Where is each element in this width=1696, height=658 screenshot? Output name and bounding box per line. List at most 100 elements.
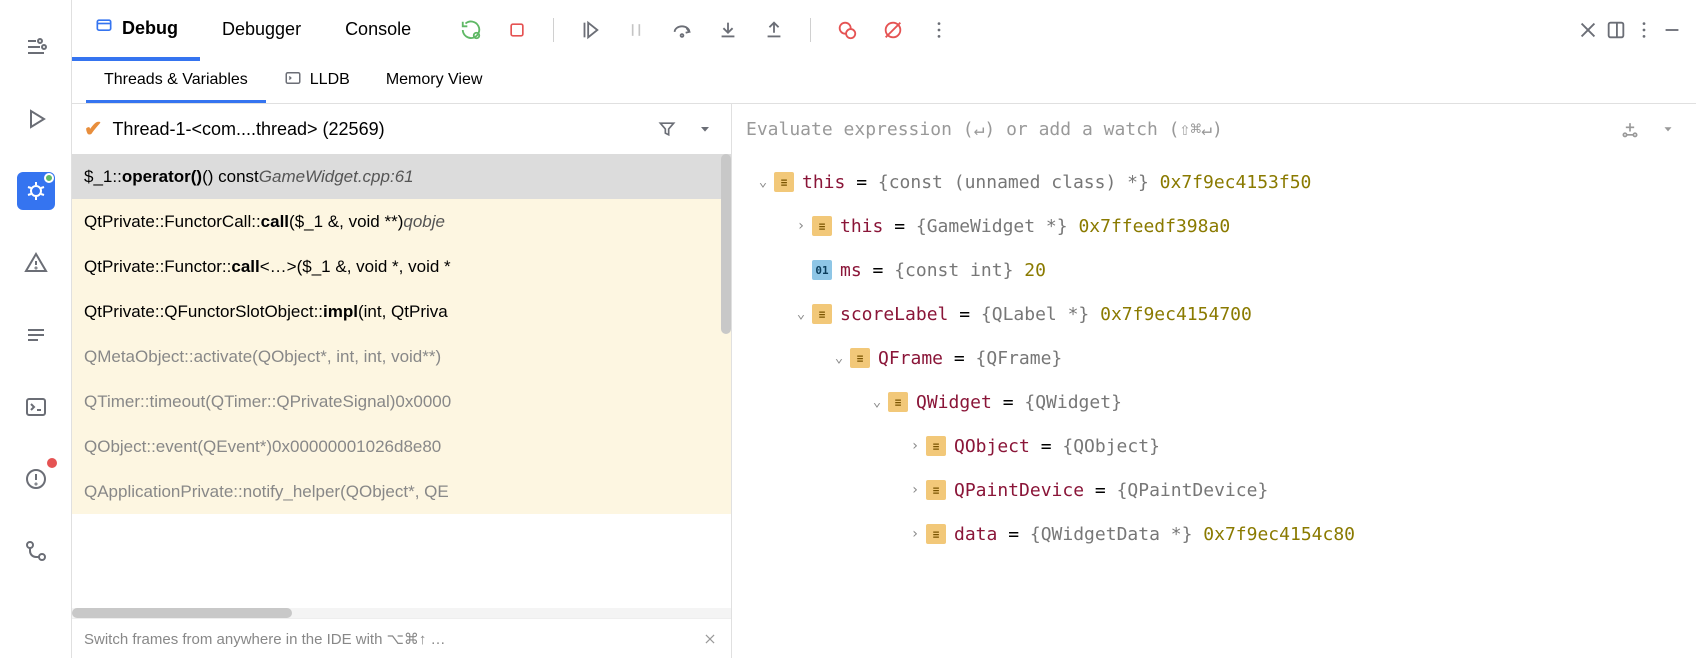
divider xyxy=(810,18,811,42)
variable-row[interactable]: ›≡ this = {GameWidget *} 0x7ffeedf398a0 xyxy=(732,204,1696,248)
object-icon: ≡ xyxy=(812,304,832,324)
terminal-icon[interactable] xyxy=(17,388,55,426)
variable-text: ms = {const int} 20 xyxy=(840,260,1046,281)
frame-row[interactable]: QObject::event(QEvent*) 0x00000001026d8e… xyxy=(72,424,731,469)
vcs-icon[interactable] xyxy=(17,532,55,570)
text-icon[interactable] xyxy=(17,316,55,354)
check-icon: ✔ xyxy=(84,116,102,142)
frames-panel: ✔ Thread-1-<com....thread> (22569) $_1::… xyxy=(72,104,732,658)
subtab-threads-variables[interactable]: Threads & Variables xyxy=(86,60,266,103)
terminal-small-icon xyxy=(284,69,302,92)
options-icon[interactable] xyxy=(1630,16,1658,44)
variable-text: this = {const (unnamed class) *} 0x7f9ec… xyxy=(802,172,1311,193)
variables-panel: Evaluate expression (↵) or add a watch (… xyxy=(732,104,1696,658)
object-icon: ≡ xyxy=(888,392,908,412)
variable-row[interactable]: ⌄≡ QFrame = {QFrame} xyxy=(732,336,1696,380)
tab-debug[interactable]: Debug xyxy=(72,1,200,61)
frame-row[interactable]: QtPrivate::QFunctorSlotObject::impl(int,… xyxy=(72,289,731,334)
structure-icon[interactable] xyxy=(17,28,55,66)
frame-row[interactable]: QtPrivate::FunctorCall::call($_1 &, void… xyxy=(72,199,731,244)
rerun-button[interactable] xyxy=(457,16,485,44)
frame-row[interactable]: QTimer::timeout(QTimer::QPrivateSignal) … xyxy=(72,379,731,424)
variable-row[interactable]: ›≡data = {QWidgetData *} 0x7f9ec4154c80 xyxy=(732,512,1696,556)
more-icon[interactable] xyxy=(925,16,953,44)
chevron-right-icon[interactable]: › xyxy=(790,218,812,234)
chevron-right-icon[interactable]: › xyxy=(904,526,926,542)
minimize-icon[interactable] xyxy=(1658,16,1686,44)
divider xyxy=(553,18,554,42)
variable-row[interactable]: ›≡ QObject = {QObject} xyxy=(732,424,1696,468)
variable-row[interactable]: ⌄≡scoreLabel = {QLabel *} 0x7f9ec4154700 xyxy=(732,292,1696,336)
add-watch-icon[interactable] xyxy=(1616,115,1644,143)
tab-label: Debug xyxy=(122,18,178,39)
subtab-label: Memory View xyxy=(386,71,483,89)
variable-text: QFrame = {QFrame} xyxy=(878,348,1062,369)
chevron-down-icon[interactable]: ⌄ xyxy=(828,350,850,366)
variables-tree: ⌄≡this = {const (unnamed class) *} 0x7f9… xyxy=(732,154,1696,658)
debug-icon[interactable] xyxy=(17,172,55,210)
frame-row[interactable]: $_1::operator()() const GameWidget.cpp:6… xyxy=(72,154,731,199)
mute-breakpoints-button[interactable] xyxy=(879,16,907,44)
debug-tab-icon xyxy=(94,16,114,41)
object-icon: ≡ xyxy=(850,348,870,368)
chevron-right-icon[interactable]: › xyxy=(904,482,926,498)
close-icon[interactable] xyxy=(1574,16,1602,44)
evaluate-input[interactable]: Evaluate expression (↵) or add a watch (… xyxy=(732,104,1696,154)
chevron-down-icon[interactable]: ⌄ xyxy=(790,306,812,322)
variable-row[interactable]: ⌄≡ this = {const (unnamed class) *} 0x7f9… xyxy=(732,160,1696,204)
step-out-button[interactable] xyxy=(760,16,788,44)
view-breakpoints-button[interactable] xyxy=(833,16,861,44)
variable-text: QObject = {QObject} xyxy=(954,436,1160,457)
subtab-lldb[interactable]: LLDB xyxy=(266,60,368,103)
tab-label: Console xyxy=(345,19,411,40)
filter-icon[interactable] xyxy=(653,115,681,143)
toolbar: Debug Debugger Console xyxy=(72,0,1696,60)
hint-text: Switch frames from anywhere in the IDE w… xyxy=(84,630,446,648)
primitive-icon: 01 xyxy=(812,260,832,280)
tab-console[interactable]: Console xyxy=(323,1,433,61)
step-over-button[interactable] xyxy=(668,16,696,44)
frame-row[interactable]: QApplicationPrivate::notify_helper(QObje… xyxy=(72,469,731,514)
frame-row[interactable]: QMetaObject::activate(QObject*, int, int… xyxy=(72,334,731,379)
object-icon: ≡ xyxy=(926,524,946,544)
problems-icon[interactable] xyxy=(17,460,55,498)
stop-button[interactable] xyxy=(503,16,531,44)
variable-text: QPaintDevice = {QPaintDevice} xyxy=(954,480,1268,501)
subtabs: Threads & Variables LLDB Memory View xyxy=(72,60,1696,104)
pause-button[interactable] xyxy=(622,16,650,44)
subtab-label: Threads & Variables xyxy=(104,71,248,89)
hint-bar: Switch frames from anywhere in the IDE w… xyxy=(72,618,731,658)
frames-scrollbar-vertical[interactable] xyxy=(721,154,731,334)
thread-selector[interactable]: ✔ Thread-1-<com....thread> (22569) xyxy=(72,104,731,154)
variable-row[interactable]: ›01ms = {const int} 20 xyxy=(732,248,1696,292)
variable-text: this = {GameWidget *} 0x7ffeedf398a0 xyxy=(840,216,1230,237)
subtab-label: LLDB xyxy=(310,71,350,89)
step-into-button[interactable] xyxy=(714,16,742,44)
subtab-memory-view[interactable]: Memory View xyxy=(368,60,501,103)
run-icon[interactable] xyxy=(17,100,55,138)
eval-placeholder: Evaluate expression (↵) or add a watch (… xyxy=(746,119,1606,140)
chevron-down-icon[interactable]: ⌄ xyxy=(752,174,774,190)
variable-text: QWidget = {QWidget} xyxy=(916,392,1122,413)
object-icon: ≡ xyxy=(926,436,946,456)
chevron-down-icon[interactable] xyxy=(1654,115,1682,143)
chevron-right-icon[interactable]: › xyxy=(904,438,926,454)
tab-label: Debugger xyxy=(222,19,301,40)
object-icon: ≡ xyxy=(926,480,946,500)
object-icon: ≡ xyxy=(774,172,794,192)
object-icon: ≡ xyxy=(812,216,832,236)
frame-row[interactable]: QtPrivate::Functor::call<…>($_1 &, void … xyxy=(72,244,731,289)
variable-row[interactable]: ›≡ QPaintDevice = {QPaintDevice} xyxy=(732,468,1696,512)
frames-scrollbar-horizontal[interactable] xyxy=(72,608,731,618)
chevron-down-icon[interactable]: ⌄ xyxy=(866,394,888,410)
thread-name: Thread-1-<com....thread> (22569) xyxy=(112,119,643,140)
main-tabs: Debug Debugger Console xyxy=(72,0,433,60)
variable-row[interactable]: ⌄≡ QWidget = {QWidget} xyxy=(732,380,1696,424)
warnings-icon[interactable] xyxy=(17,244,55,282)
close-hint-icon[interactable] xyxy=(701,630,719,648)
resume-button[interactable] xyxy=(576,16,604,44)
chevron-down-icon[interactable] xyxy=(691,115,719,143)
frames-list: $_1::operator()() const GameWidget.cpp:6… xyxy=(72,154,731,608)
tab-debugger[interactable]: Debugger xyxy=(200,1,323,61)
layout-icon[interactable] xyxy=(1602,16,1630,44)
